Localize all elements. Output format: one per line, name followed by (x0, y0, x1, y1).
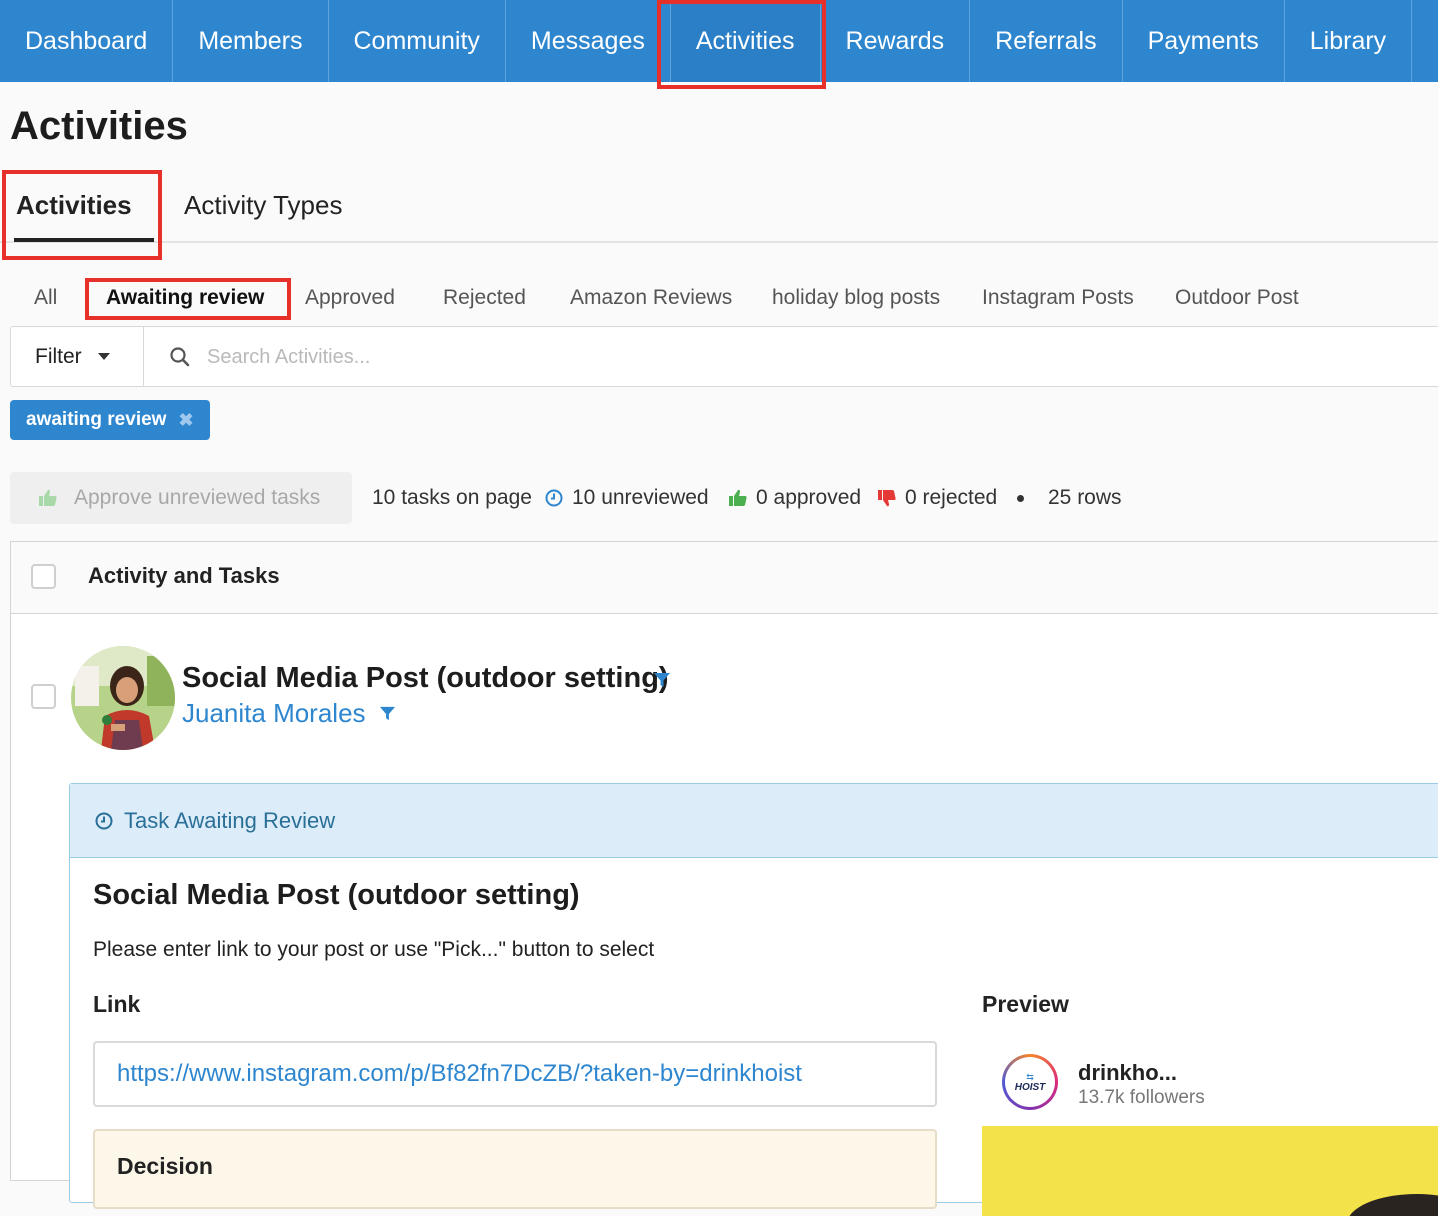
filter-funnel-icon[interactable] (653, 671, 671, 689)
activities-table: Activity and Tasks Social Media Post (ou… (10, 541, 1438, 1216)
nav-referrals[interactable]: Referrals (970, 0, 1123, 82)
filter-bar: Filter (10, 326, 1438, 387)
rejected-stat: 0 rejected (877, 486, 997, 510)
rejected-text: 0 rejected (905, 486, 998, 509)
link-field-label: Link (93, 991, 141, 1017)
clock-icon (95, 812, 113, 829)
approve-unreviewed-button[interactable]: Approve unreviewed tasks (10, 472, 352, 524)
clock-icon (545, 489, 563, 507)
filter-chip-label: awaiting review (26, 409, 167, 430)
subtab-approved[interactable]: Approved (305, 286, 395, 310)
filter-dropdown-button[interactable]: Filter (11, 327, 144, 386)
link-field[interactable]: https://www.instagram.com/p/Bf82fn7DcZB/… (93, 1041, 937, 1107)
rows-per-page[interactable]: 25 rows (1048, 486, 1122, 510)
select-all-checkbox[interactable] (31, 564, 56, 589)
task-card: Task Awaiting Review Social Media Post (… (69, 783, 1438, 1216)
subtab-instagram-posts[interactable]: Instagram Posts (982, 286, 1134, 310)
member-name-link[interactable]: Juanita Morales (182, 698, 366, 729)
thumbs-up-icon (39, 489, 57, 506)
nav-community[interactable]: Community (329, 0, 506, 82)
subtab-rejected[interactable]: Rejected (443, 286, 526, 310)
logo-arrows-icon: ⇆ (1026, 1071, 1034, 1082)
member-photo (71, 646, 175, 750)
nav-library[interactable]: Library (1285, 0, 1413, 82)
thumbs-up-icon (729, 489, 747, 506)
top-navigation: Dashboard Members Community Messages Act… (0, 0, 1438, 82)
subtab-holiday-blog-posts[interactable]: holiday blog posts (772, 286, 940, 310)
row-select-checkbox[interactable] (31, 684, 56, 709)
subtab-amazon-reviews[interactable]: Amazon Reviews (570, 286, 732, 310)
logo-brand-text: HOIST (1014, 1081, 1046, 1093)
page-title: Activities (10, 104, 188, 148)
subtab-all[interactable]: All (34, 286, 57, 310)
subtab-outdoor-post[interactable]: Outdoor Post (1175, 286, 1299, 310)
task-instructions: Please enter link to your post or use "P… (93, 938, 655, 961)
nav-dashboard[interactable]: Dashboard (0, 0, 174, 82)
task-status-header: Task Awaiting Review (70, 784, 1438, 858)
preview-followers: 13.7k followers (1078, 1087, 1205, 1108)
task-status-label: Task Awaiting Review (124, 807, 336, 833)
rows-text: 25 rows (1048, 486, 1122, 509)
nav-members[interactable]: Members (173, 0, 329, 82)
separator-dot (1017, 495, 1024, 502)
table-header-label: Activity and Tasks (88, 563, 280, 588)
tab-activities[interactable]: Activities (16, 190, 132, 221)
search-input[interactable] (207, 337, 1207, 377)
summary-stats-row: Approve unreviewed tasks 10 tasks on pag… (10, 472, 1430, 524)
tab-activity-types[interactable]: Activity Types (184, 190, 342, 221)
approved-text: 0 approved (756, 486, 862, 509)
main-tabs: Activities Activity Types (0, 168, 1438, 243)
submitted-post-link[interactable]: https://www.instagram.com/p/Bf82fn7DcZB/… (117, 1060, 802, 1088)
avatar[interactable] (71, 646, 175, 750)
caret-down-icon (97, 353, 110, 360)
tasks-on-page-text: 10 tasks on page (372, 486, 532, 509)
remove-filter-icon[interactable]: ✖ (178, 410, 193, 431)
nav-payments[interactable]: Payments (1123, 0, 1285, 82)
preview-label: Preview (982, 991, 1069, 1017)
nav-more-truncated[interactable]: R (1412, 0, 1438, 82)
filter-funnel-icon[interactable] (379, 705, 396, 722)
active-filter-chip[interactable]: awaiting review ✖ (10, 400, 210, 440)
thumbs-down-icon (878, 490, 896, 507)
activity-title[interactable]: Social Media Post (outdoor setting) (182, 662, 669, 695)
table-header: Activity and Tasks (11, 542, 1438, 614)
tasks-on-page-stat: 10 tasks on page (372, 486, 532, 510)
decision-panel: Decision (93, 1129, 937, 1209)
approve-button-label: Approve unreviewed tasks (74, 486, 321, 509)
nav-activities[interactable]: Activities (670, 0, 821, 82)
account-logo-inner: ⇆ HOIST (1005, 1057, 1055, 1107)
task-title: Social Media Post (outdoor setting) (93, 879, 580, 911)
account-logo: ⇆ HOIST (1002, 1054, 1058, 1110)
preview-account-name[interactable]: drinkho... (1078, 1060, 1177, 1086)
approved-stat: 0 approved (728, 486, 861, 510)
decision-label: Decision (117, 1153, 213, 1179)
nav-messages[interactable]: Messages (506, 0, 671, 82)
preview-image-art (982, 1126, 1438, 1216)
unreviewed-stat: 10 unreviewed (544, 486, 709, 510)
search-icon (170, 347, 190, 367)
post-preview-image[interactable] (982, 1126, 1438, 1216)
filter-button-label: Filter (35, 344, 82, 368)
unreviewed-text: 10 unreviewed (572, 486, 709, 509)
active-tab-underline (14, 238, 154, 242)
nav-rewards[interactable]: Rewards (821, 0, 971, 82)
subtab-awaiting-review[interactable]: Awaiting review (106, 286, 264, 310)
